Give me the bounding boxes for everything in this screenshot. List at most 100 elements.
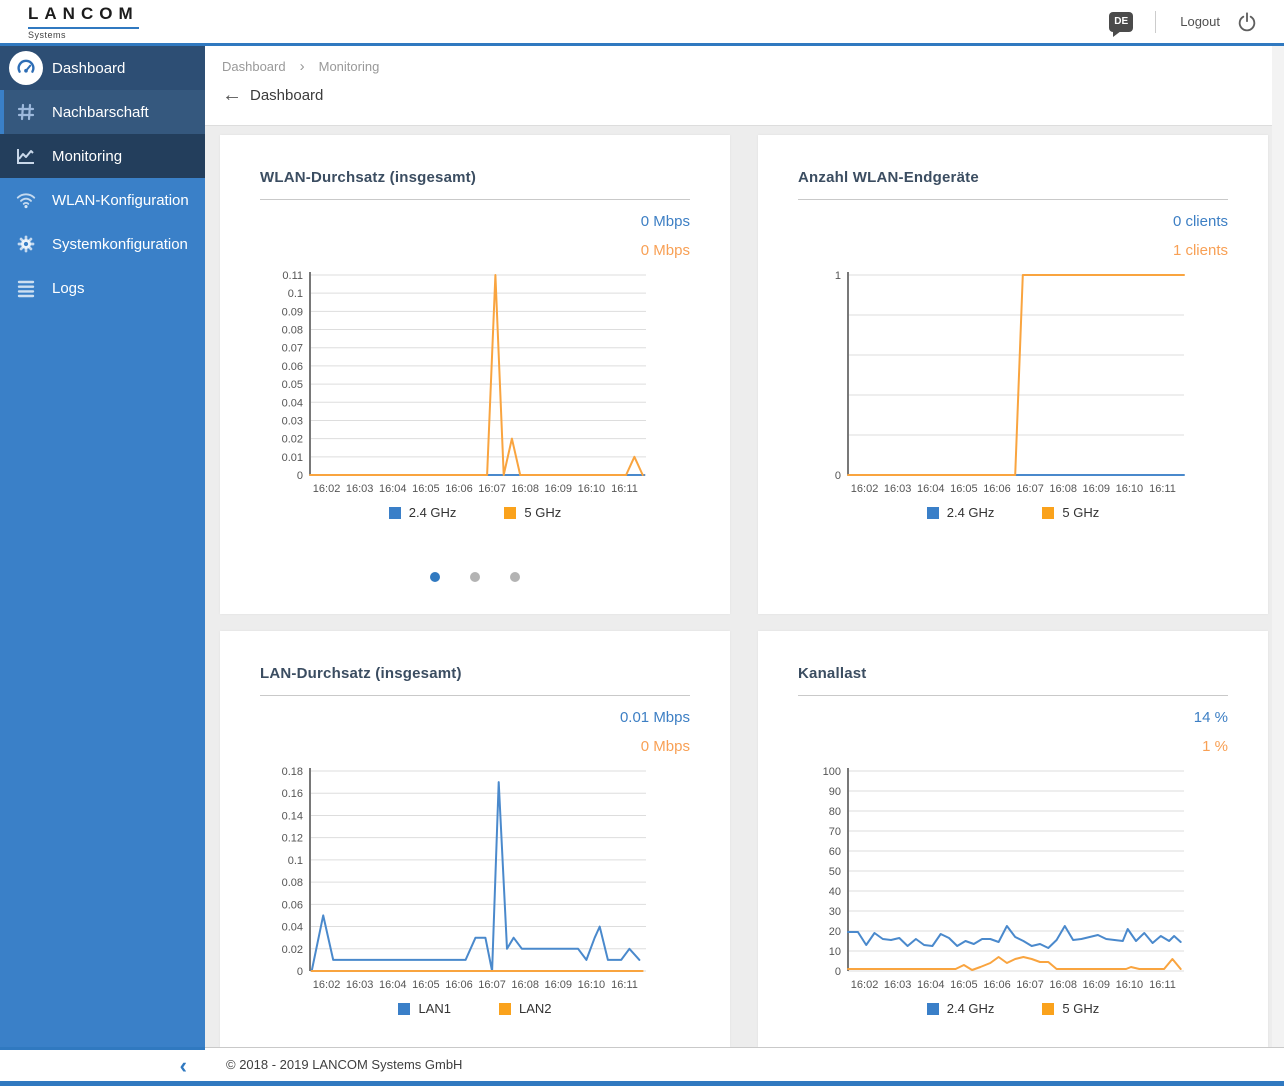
svg-text:16:11: 16:11 [611,979,638,991]
wlan-durchsatz-chart: 0 0.01 0.02 0.03 0.04 0.05 0.06 0.07 0.08 0.09 0.1… [282,270,646,495]
card-title: LAN-Durchsatz (insgesamt) [260,665,462,682]
value-lan1: 0.01 Mbps [619,709,690,726]
gauge-icon [0,51,52,85]
breadcrumb-item-dashboard[interactable]: Dashboard [222,59,286,74]
legend-item: 5 GHz [1042,505,1099,520]
svg-text:16:05: 16:05 [412,483,440,495]
carousel-dot[interactable] [510,572,520,582]
sidebar-item-wlan-konfiguration[interactable]: WLAN-Konfiguration [0,178,205,222]
legend-item: 5 GHz [1042,1001,1099,1016]
svg-text:0.01: 0.01 [282,452,303,464]
carousel-dot[interactable] [470,572,480,582]
legend-label: 5 GHz [1062,1001,1100,1016]
sidebar-item-systemkonfiguration[interactable]: Systemkonfiguration [0,222,205,266]
svg-text:60: 60 [829,846,841,858]
card-divider [260,695,690,696]
svg-text:16:02: 16:02 [313,483,341,495]
svg-text:16:02: 16:02 [313,979,341,991]
value-5ghz: 1 % [1202,738,1228,755]
wifi-icon [0,189,52,211]
card-values: 14 % 1 % [798,709,1228,755]
svg-text:16:08: 16:08 [1049,979,1077,991]
bottom-accent-strip [0,1081,1284,1086]
card-anzahl-wlan-endgeraete: Anzahl WLAN-Endgeräte 0 clients 1 client… [758,135,1268,614]
logout-button[interactable]: Logout [1180,14,1220,29]
svg-text:16:10: 16:10 [578,979,606,991]
svg-text:16:03: 16:03 [884,483,912,495]
svg-text:16:09: 16:09 [1083,979,1111,991]
scrollbar[interactable] [1272,46,1284,1047]
legend-label: LAN2 [519,1001,552,1016]
sidebar-item-dashboard[interactable]: Dashboard [0,46,205,90]
card-divider [798,695,1228,696]
card-values: 0.01 Mbps 0 Mbps [260,709,690,755]
sidebar-item-nachbarschaft[interactable]: Nachbarschaft [0,90,205,134]
legend-item: LAN2 [499,1001,552,1016]
card-lan-durchsatz: LAN-Durchsatz (insgesamt) 0.01 Mbps 0 Mb… [220,631,730,1047]
legend-label: LAN1 [418,1001,451,1016]
card-title: WLAN-Durchsatz (insgesamt) [260,169,477,186]
legend-item: LAN1 [398,1001,451,1016]
page-title: Dashboard [250,87,324,104]
svg-text:16:05: 16:05 [950,483,978,495]
sidebar-item-label: Nachbarschaft [52,103,149,121]
sidebar-item-label: Logs [52,279,85,297]
svg-text:16:08: 16:08 [511,979,539,991]
svg-text:16:06: 16:06 [983,979,1011,991]
svg-text:16:06: 16:06 [983,483,1011,495]
legend-swatch-orange [1042,506,1055,519]
power-icon[interactable] [1236,11,1258,33]
svg-text:100: 100 [823,766,841,778]
back-arrow-icon[interactable]: ← [222,84,250,107]
app-window: LANCOM Systems DE Logout Dashboard Nachb… [0,0,1284,1086]
svg-text:16:07: 16:07 [1016,979,1044,991]
legend-label: 5 GHz [1062,505,1100,520]
svg-text:0.12: 0.12 [282,833,303,845]
svg-text:40: 40 [829,886,841,898]
sidebar-nav: Dashboard Nachbarschaft Monitoring WLAN-… [0,46,205,1047]
sidebar-item-label: Monitoring [52,147,123,165]
sidebar-item-logs[interactable]: Logs [0,266,205,310]
list-icon [0,278,52,298]
svg-text:0.06: 0.06 [282,361,303,373]
gear-icon [0,234,52,254]
svg-text:16:04: 16:04 [379,483,407,495]
language-badge[interactable]: DE [1109,11,1134,37]
card-divider [260,199,690,200]
grid-icon [0,102,52,122]
kanallast-chart: 0 10 20 30 40 50 60 70 80 90 100 16:02 16:03 16:04 16:… [823,766,1184,991]
svg-text:0.03: 0.03 [282,415,303,427]
svg-text:16:09: 16:09 [1083,483,1111,495]
svg-text:16:11: 16:11 [611,483,638,495]
dashboard-cards-grid: WLAN-Durchsatz (insgesamt) 0 Mbps 0 Mbps… [205,126,1284,1047]
chart-legend: LAN1 LAN2 [260,1001,690,1016]
svg-text:16:07: 16:07 [1016,483,1044,495]
sidebar-item-monitoring[interactable]: Monitoring [0,134,205,178]
legend-swatch-blue [926,506,939,519]
svg-text:0.09: 0.09 [282,306,303,318]
svg-text:0.04: 0.04 [282,397,303,409]
legend-swatch-orange [504,506,517,519]
card-title: Kanallast [798,665,867,682]
legend-item: 5 GHz [504,505,561,520]
breadcrumb-item-monitoring[interactable]: Monitoring [319,59,380,74]
svg-text:16:09: 16:09 [545,483,573,495]
svg-text:16:10: 16:10 [1116,483,1144,495]
breadcrumb: Dashboard › Monitoring [222,58,1284,75]
svg-text:0.18: 0.18 [282,766,303,778]
svg-text:70: 70 [829,826,841,838]
value-5ghz: 1 clients [1172,242,1228,259]
svg-text:20: 20 [829,926,841,938]
page-title-row: ← Dashboard [222,84,1284,107]
sidebar-footer: ‹ [0,1047,205,1081]
carousel-dot[interactable] [430,572,440,582]
sidebar-collapse-button[interactable]: ‹ [180,1052,205,1080]
svg-text:16:04: 16:04 [917,483,945,495]
chevron-right-icon: › [299,58,305,75]
svg-text:0.06: 0.06 [282,899,303,911]
card-values: 0 Mbps 0 Mbps [260,213,690,259]
svg-text:50: 50 [829,866,841,878]
svg-text:0.02: 0.02 [282,944,303,956]
svg-text:0.02: 0.02 [282,434,303,446]
legend-label: 2.4 GHz [946,1001,995,1016]
